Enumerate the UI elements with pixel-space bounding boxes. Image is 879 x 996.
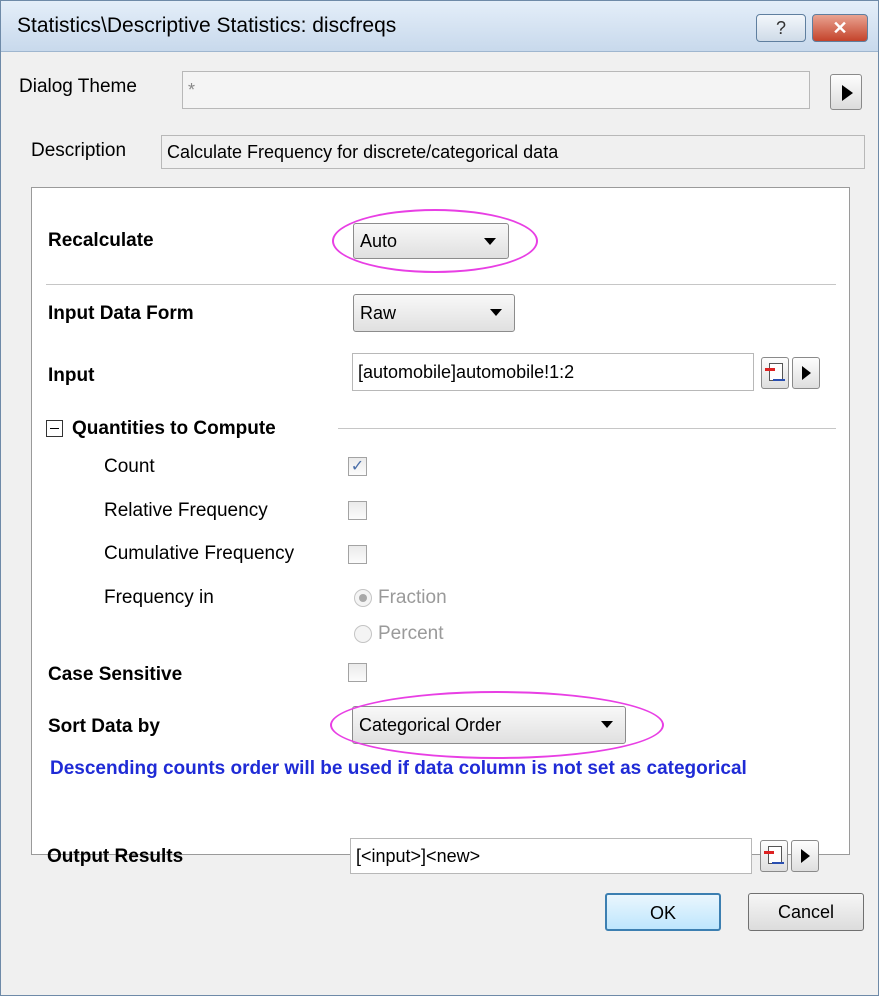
- count-label: Count: [104, 456, 155, 477]
- percent-label: Percent: [378, 623, 444, 644]
- theme-menu-button[interactable]: [830, 74, 862, 110]
- help-button[interactable]: ?: [756, 14, 806, 42]
- ok-button[interactable]: OK: [605, 893, 721, 931]
- input-data-form-dropdown[interactable]: Raw: [353, 294, 515, 332]
- window-title: Statistics\Descriptive Statistics: discf…: [17, 14, 397, 37]
- separator: [338, 428, 836, 429]
- output-results-field[interactable]: [<input>]<new>: [350, 838, 752, 874]
- cumulative-frequency-label: Cumulative Frequency: [104, 543, 295, 564]
- frequency-in-label: Frequency in: [104, 587, 214, 608]
- output-menu-button[interactable]: [791, 840, 819, 872]
- recalculate-label: Recalculate: [48, 230, 154, 251]
- highlight-ellipse: [332, 209, 538, 273]
- close-button[interactable]: ✕: [812, 14, 868, 42]
- input-data-form-label: Input Data Form: [48, 303, 194, 324]
- description-field: Calculate Frequency for discrete/categor…: [161, 135, 865, 169]
- quantities-heading: Quantities to Compute: [72, 418, 276, 439]
- output-results-label: Output Results: [47, 846, 184, 867]
- input-label: Input: [48, 365, 95, 386]
- checkmark-icon: ✓: [350, 458, 365, 475]
- settings-panel: Recalculate Auto Input Data Form Raw Inp…: [31, 187, 850, 855]
- percent-radio[interactable]: [354, 625, 372, 643]
- collapse-icon[interactable]: [46, 420, 63, 437]
- cumulative-frequency-checkbox[interactable]: [348, 545, 367, 564]
- play-icon: [801, 849, 810, 863]
- play-icon: [802, 366, 811, 380]
- play-icon: [842, 85, 853, 101]
- description-label: Description: [31, 140, 127, 161]
- sort-data-by-label: Sort Data by: [48, 716, 160, 737]
- count-checkbox[interactable]: ✓: [348, 457, 367, 476]
- cancel-button[interactable]: Cancel: [748, 893, 864, 931]
- dialog-theme-label: Dialog Theme: [19, 76, 137, 97]
- relative-frequency-checkbox[interactable]: [348, 501, 367, 520]
- chevron-down-icon: [490, 309, 502, 316]
- relative-frequency-label: Relative Frequency: [104, 500, 268, 521]
- input-data-form-value: Raw: [360, 303, 397, 323]
- fraction-radio[interactable]: [354, 589, 372, 607]
- input-range-field[interactable]: [automobile]automobile!1:2: [352, 353, 754, 391]
- fraction-label: Fraction: [378, 587, 447, 608]
- select-range-button[interactable]: [761, 357, 789, 389]
- select-output-button[interactable]: [760, 840, 788, 872]
- highlight-ellipse: [330, 691, 664, 759]
- input-menu-button[interactable]: [792, 357, 820, 389]
- title-bar: Statistics\Descriptive Statistics: discf…: [1, 1, 878, 52]
- dialog-theme-field[interactable]: *: [182, 71, 810, 109]
- case-sensitive-checkbox[interactable]: [348, 663, 367, 682]
- sort-order-note: Descending counts order will be used if …: [50, 758, 747, 779]
- separator: [46, 284, 836, 285]
- case-sensitive-label: Case Sensitive: [48, 664, 183, 685]
